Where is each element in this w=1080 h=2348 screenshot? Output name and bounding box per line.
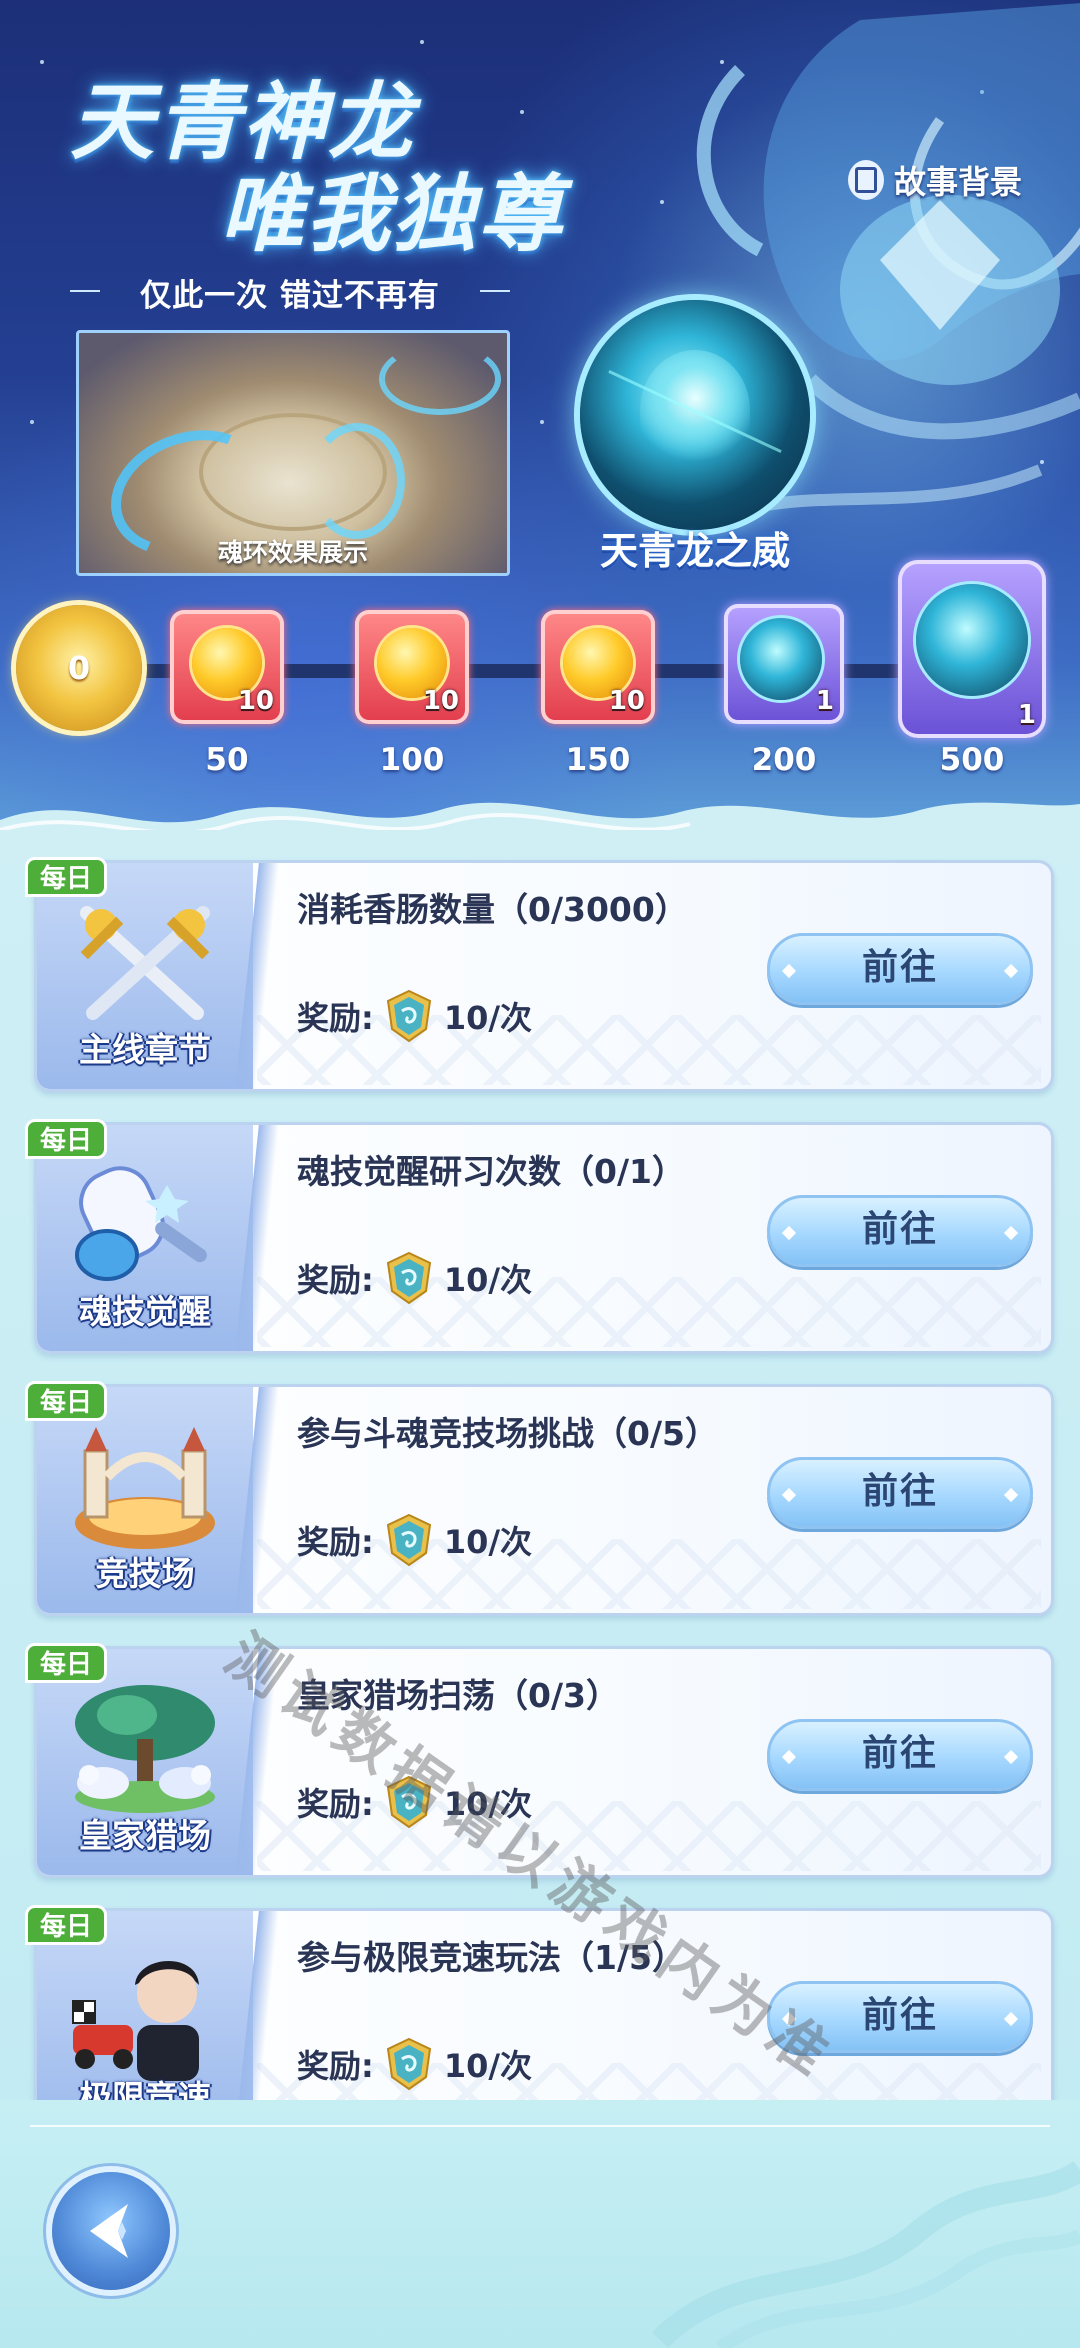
task-title: 魂技觉醒研习次数（0/1） bbox=[297, 1152, 685, 1191]
event-banner: 天青神龙 唯我独尊 仅此一次 错过不再有 故事背景 魂环效果展示 天青龙之威 0… bbox=[0, 0, 1080, 830]
wave-divider bbox=[0, 802, 1080, 830]
back-button[interactable] bbox=[52, 2172, 170, 2290]
dragon-orb-icon bbox=[916, 584, 1028, 696]
reward-value: 10/次 bbox=[443, 999, 533, 1037]
reward-qty: 1 bbox=[1017, 700, 1036, 730]
reward-value: 10/次 bbox=[443, 1785, 533, 1823]
dragon-badge-icon bbox=[386, 989, 431, 1043]
go-button[interactable]: 前往 bbox=[767, 1719, 1033, 1791]
task-card: 皇家猎场 每日 皇家猎场扫荡（0/3） 奖励: 10/次 前往 bbox=[25, 1643, 1054, 1878]
reward-value: 10/次 bbox=[443, 2047, 533, 2085]
event-subtitle: 仅此一次 错过不再有 bbox=[70, 270, 510, 315]
reward-qty: 10 bbox=[422, 686, 459, 716]
daily-tag: 每日 bbox=[25, 1119, 107, 1159]
racer-icon bbox=[72, 1960, 199, 2081]
milestone-label: 500 bbox=[939, 742, 1005, 778]
task-category-label: 极限竞速 bbox=[79, 2078, 211, 2100]
go-button[interactable]: 前往 bbox=[767, 1457, 1033, 1529]
task-card: 主线章节 每日 消耗香肠数量（0/3000） 奖励: 10/次 前往 bbox=[25, 857, 1054, 1092]
milestone-label: 100 bbox=[379, 742, 445, 778]
daily-tag: 每日 bbox=[25, 1643, 107, 1683]
task-category-label: 皇家猎场 bbox=[79, 1816, 211, 1855]
task-title: 参与斗魂竞技场挑战（0/5） bbox=[297, 1414, 718, 1453]
story-background-label: 故事背景 bbox=[894, 163, 1023, 201]
task-card: 魂技觉醒 每日 魂技觉醒研习次数（0/1） 奖励: 10/次 前往 bbox=[25, 1119, 1054, 1354]
reward-box-200[interactable]: 1 bbox=[724, 604, 844, 724]
task-list[interactable]: 主线章节 每日 消耗香肠数量（0/3000） 奖励: 10/次 前往 魂技觉醒 bbox=[0, 830, 1080, 2100]
dragon-orb-icon bbox=[740, 618, 822, 700]
task-category-label: 主线章节 bbox=[79, 1030, 211, 1069]
reward-label: 奖励: bbox=[297, 1785, 374, 1823]
go-button[interactable]: 前往 bbox=[767, 1195, 1033, 1267]
hammer-icon bbox=[75, 1166, 207, 1281]
reward-box-150[interactable]: 10 bbox=[541, 610, 655, 724]
story-background-button[interactable]: 故事背景 bbox=[848, 155, 1022, 205]
reward-label: 奖励: bbox=[297, 1523, 374, 1561]
reward-box-50[interactable]: 10 bbox=[170, 610, 284, 724]
task-category-label: 竞技场 bbox=[95, 1554, 195, 1593]
reward-label: 奖励: bbox=[297, 999, 374, 1037]
reward-label: 奖励: bbox=[297, 2047, 374, 2085]
task-reward: 奖励: 10/次 bbox=[297, 1775, 532, 1829]
task-reward: 奖励: 10/次 bbox=[297, 1251, 532, 1305]
back-arrow-icon bbox=[90, 2204, 128, 2258]
crossed-swords-icon bbox=[80, 906, 210, 1020]
tree-wolves-icon bbox=[75, 1685, 215, 1813]
reward-qty: 1 bbox=[815, 686, 834, 716]
task-card: 极限竞速 每日 参与极限竞速玩法（1/5） 奖励: 10/次 前往 bbox=[25, 1905, 1054, 2100]
milestone-label: 200 bbox=[751, 742, 817, 778]
arena-icon bbox=[75, 1427, 215, 1549]
milestone-label: 50 bbox=[205, 742, 249, 778]
reward-label: 奖励: bbox=[297, 1261, 374, 1299]
task-reward: 奖励: 10/次 bbox=[297, 989, 532, 1043]
daily-tag: 每日 bbox=[25, 1381, 107, 1421]
task-title: 参与极限竞速玩法（1/5） bbox=[297, 1938, 685, 1977]
dragon-badge-icon bbox=[386, 2037, 431, 2091]
daily-tag: 每日 bbox=[25, 857, 107, 897]
daily-tag: 每日 bbox=[25, 1905, 107, 1945]
task-title: 皇家猎场扫荡（0/3） bbox=[297, 1676, 619, 1715]
reward-value: 10/次 bbox=[443, 1261, 533, 1299]
book-icon bbox=[848, 160, 884, 200]
reward-qty: 10 bbox=[608, 686, 645, 716]
reward-qty: 10 bbox=[237, 686, 274, 716]
preview-caption: 魂环效果展示 bbox=[217, 538, 368, 567]
go-button[interactable]: 前往 bbox=[767, 933, 1033, 1005]
dragon-orb-icon[interactable] bbox=[580, 300, 810, 530]
dragon-watermark-decoration bbox=[652, 2160, 1080, 2348]
task-reward: 奖励: 10/次 bbox=[297, 2037, 532, 2091]
soul-ring-preview[interactable]: 魂环效果展示 bbox=[76, 330, 510, 576]
milestone-label: 150 bbox=[565, 742, 631, 778]
task-category-label: 魂技觉醒 bbox=[79, 1292, 211, 1331]
task-card: 竞技场 每日 参与斗魂竞技场挑战（0/5） 奖励: 10/次 前往 bbox=[25, 1381, 1054, 1616]
task-title: 消耗香肠数量（0/3000） bbox=[297, 890, 688, 929]
reward-value: 10/次 bbox=[443, 1523, 533, 1561]
progress-counter: 0 bbox=[16, 605, 142, 731]
dragon-badge-icon bbox=[386, 1251, 431, 1305]
reward-box-100[interactable]: 10 bbox=[355, 610, 469, 724]
dragon-badge-icon bbox=[386, 1775, 431, 1829]
title-line-2: 唯我独尊 bbox=[220, 164, 565, 263]
go-button[interactable]: 前往 bbox=[767, 1981, 1033, 2053]
task-reward: 奖励: 10/次 bbox=[297, 1513, 532, 1567]
reward-box-500[interactable]: 1 bbox=[898, 560, 1046, 738]
dragon-badge-icon bbox=[386, 1513, 431, 1567]
featured-reward-label: 天青龙之威 bbox=[599, 529, 790, 573]
